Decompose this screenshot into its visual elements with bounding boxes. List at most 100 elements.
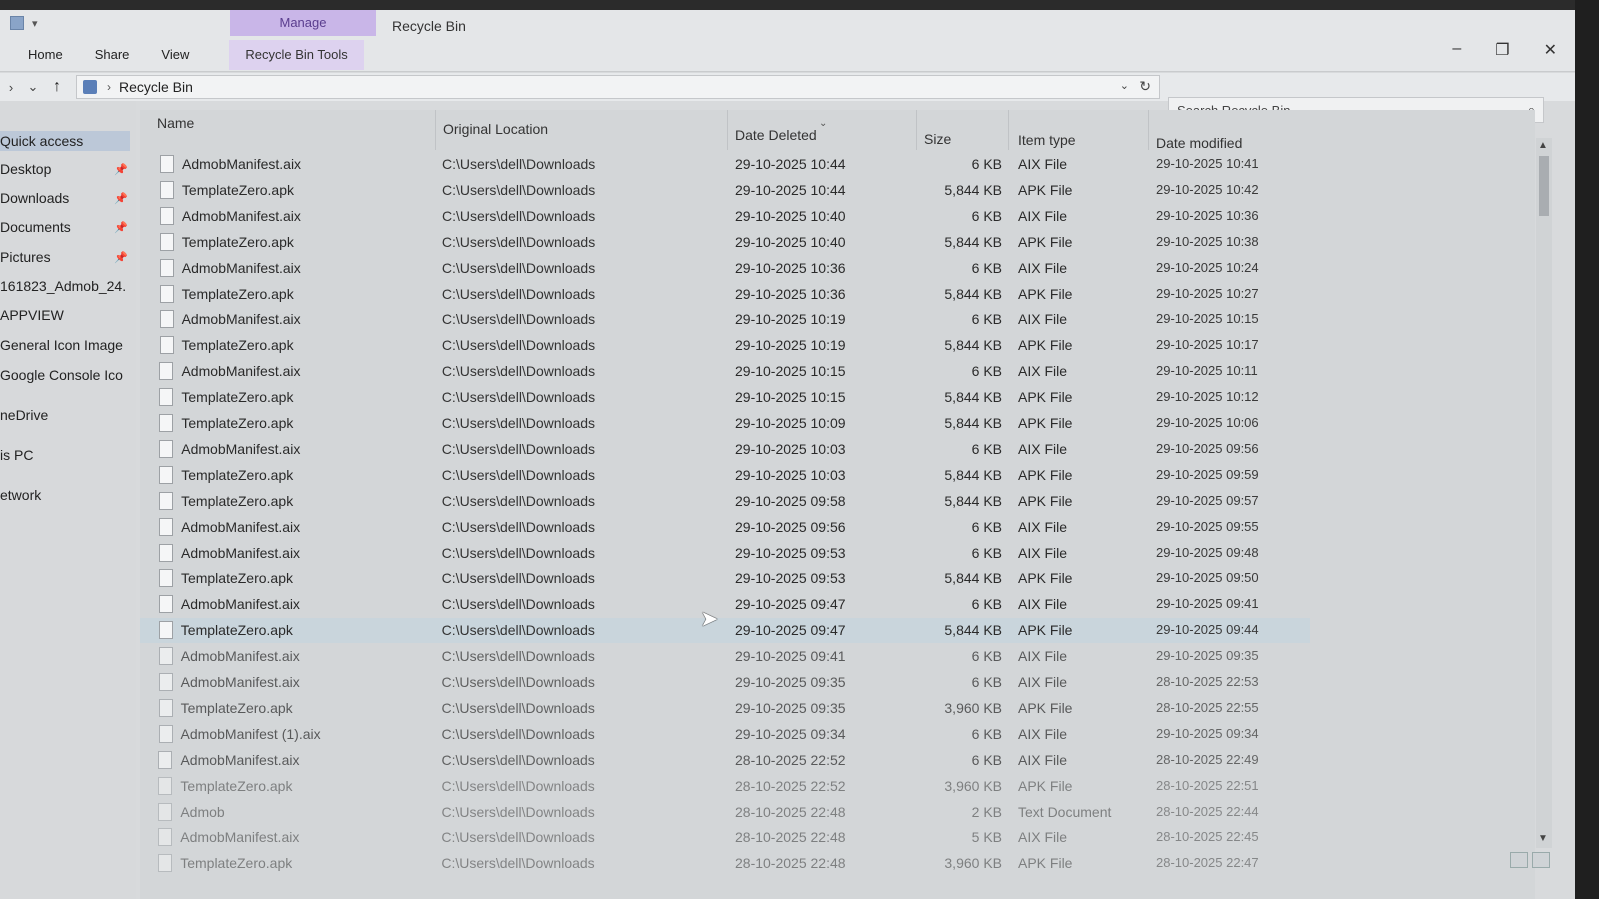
date-deleted: 29-10-2025 09:41 bbox=[735, 648, 846, 665]
address-box[interactable]: › Recycle Bin ⌄ ↻ bbox=[76, 75, 1160, 99]
table-row[interactable]: Admob C:\Users\dell\Downloads 28-10-2025 2… bbox=[140, 800, 1310, 825]
table-row[interactable]: TemplateZero.apk C:\Users\dell\Downloads 2… bbox=[140, 411, 1310, 436]
address-dropdown-icon[interactable]: ⌄ bbox=[1120, 79, 1129, 92]
file-name: TemplateZero.apk bbox=[181, 415, 294, 431]
table-row[interactable]: TemplateZero.apk C:\Users\dell\Downloads 2… bbox=[140, 333, 1310, 358]
details-view-icon[interactable] bbox=[1510, 852, 1528, 868]
table-row[interactable]: TemplateZero.apk C:\Users\dell\Downloads 2… bbox=[140, 566, 1310, 591]
date-deleted: 29-10-2025 10:15 bbox=[735, 389, 846, 406]
file-size: 6 KB bbox=[971, 544, 1002, 561]
table-row[interactable]: AdmobManifest.aix C:\Users\dell\Downloads… bbox=[140, 644, 1310, 669]
file-icon bbox=[158, 698, 173, 717]
file-name: AdmobManifest.aix bbox=[181, 518, 301, 535]
sidebar-item[interactable]: is PC bbox=[0, 447, 130, 463]
date-deleted: 29-10-2025 10:40 bbox=[735, 207, 846, 224]
column-divider[interactable] bbox=[916, 110, 917, 150]
sidebar-item[interactable]: Downloads bbox=[0, 190, 130, 206]
column-divider[interactable] bbox=[727, 110, 728, 150]
properties-icon[interactable] bbox=[10, 16, 24, 30]
table-row[interactable]: TemplateZero.apk C:\Users\dell\Downloads 2… bbox=[140, 282, 1310, 307]
table-row[interactable]: AdmobManifest.aix C:\Users\dell\Downloads… bbox=[140, 307, 1310, 332]
date-modified: 29-10-2025 10:11 bbox=[1156, 363, 1258, 379]
table-row[interactable]: AdmobManifest.aix C:\Users\dell\Downloads… bbox=[140, 670, 1310, 695]
table-row[interactable]: AdmobManifest.aix C:\Users\dell\Downloads… bbox=[140, 256, 1310, 281]
sidebar-item[interactable]: Google Console Ico bbox=[0, 367, 130, 383]
table-row[interactable]: TemplateZero.apk C:\Users\dell\Downloads 2… bbox=[140, 774, 1310, 799]
up-icon[interactable]: ↑ bbox=[44, 78, 70, 96]
column-header-original-location[interactable]: Original Location bbox=[443, 121, 548, 137]
tab-share[interactable]: Share bbox=[79, 40, 146, 70]
table-row[interactable]: AdmobManifest.aix C:\Users\dell\Downloads… bbox=[140, 515, 1310, 540]
column-header-name[interactable]: Name bbox=[157, 115, 194, 131]
pin-icon[interactable]: 📌 bbox=[114, 221, 128, 234]
file-name: AdmobManifest.aix bbox=[181, 544, 301, 561]
file-size: 5,844 KB bbox=[944, 415, 1002, 431]
file-name: AdmobManifest.aix bbox=[181, 207, 301, 224]
column-header-date-modified[interactable]: Date modified bbox=[1156, 135, 1242, 151]
sidebar-item[interactable]: Pictures bbox=[0, 249, 130, 265]
column-header-item-type[interactable]: Item type bbox=[1018, 132, 1076, 148]
tab-home[interactable]: Home bbox=[12, 40, 79, 70]
manage-context-group[interactable]: Manage bbox=[230, 10, 376, 36]
column-header-size[interactable]: Size bbox=[924, 131, 951, 147]
table-row[interactable]: TemplateZero.apk C:\Users\dell\Downloads 2… bbox=[140, 463, 1310, 488]
date-deleted: 28-10-2025 22:52 bbox=[735, 777, 846, 794]
table-row[interactable]: AdmobManifest.aix C:\Users\dell\Downloads… bbox=[140, 592, 1310, 617]
table-row[interactable]: TemplateZero.apk C:\Users\dell\Downloads 2… bbox=[140, 178, 1310, 203]
file-icon bbox=[159, 258, 174, 277]
table-row[interactable]: AdmobManifest.aix C:\Users\dell\Downloads… bbox=[140, 152, 1310, 177]
sidebar-item[interactable]: General Icon Image bbox=[0, 337, 130, 353]
column-divider[interactable] bbox=[435, 110, 436, 150]
file-icon bbox=[158, 621, 173, 640]
file-size: 2 KB bbox=[971, 803, 1002, 820]
table-row[interactable]: AdmobManifest.aix C:\Users\dell\Downloads… bbox=[140, 359, 1310, 384]
column-divider[interactable] bbox=[1148, 110, 1149, 150]
pin-icon[interactable]: 📌 bbox=[114, 251, 128, 264]
table-row[interactable]: TemplateZero.apk C:\Users\dell\Downloads 2… bbox=[140, 489, 1310, 514]
tab-recycle-bin-tools[interactable]: Recycle Bin Tools bbox=[229, 40, 364, 70]
pin-icon[interactable]: 📌 bbox=[114, 163, 128, 176]
sidebar-item[interactable]: Documents bbox=[0, 219, 130, 235]
sidebar-item[interactable]: 161823_Admob_24. bbox=[0, 278, 130, 294]
table-row[interactable]: AdmobManifest.aix C:\Users\dell\Downloads… bbox=[140, 825, 1310, 850]
restore-icon[interactable]: ❐ bbox=[1495, 40, 1509, 60]
breadcrumb[interactable]: Recycle Bin bbox=[119, 79, 193, 95]
refresh-icon[interactable]: ↻ bbox=[1139, 78, 1151, 95]
table-row[interactable]: TemplateZero.apk C:\Users\dell\Downloads 2… bbox=[140, 851, 1310, 876]
table-row[interactable]: AdmobManifest.aix C:\Users\dell\Downloads… bbox=[140, 748, 1310, 773]
table-row[interactable]: TemplateZero.apk C:\Users\dell\Downloads 2… bbox=[140, 618, 1310, 644]
sidebar-item[interactable]: APPVIEW bbox=[0, 307, 130, 323]
sidebar-item[interactable]: neDrive bbox=[0, 407, 130, 423]
table-row[interactable]: AdmobManifest.aix C:\Users\dell\Downloads… bbox=[140, 437, 1310, 462]
window-title: Recycle Bin bbox=[392, 18, 466, 34]
table-row[interactable]: AdmobManifest.aix C:\Users\dell\Downloads… bbox=[140, 541, 1310, 566]
column-divider[interactable] bbox=[1008, 110, 1009, 150]
minimize-icon[interactable]: – bbox=[1452, 40, 1461, 60]
item-type: AIX File bbox=[1018, 544, 1068, 561]
pin-icon[interactable]: 📌 bbox=[114, 192, 128, 205]
date-modified: 28-10-2025 22:44 bbox=[1156, 803, 1259, 819]
scroll-up-icon[interactable]: ▲ bbox=[1538, 140, 1548, 151]
customize-qat-icon[interactable]: ▾ bbox=[32, 17, 38, 30]
column-header-date-deleted[interactable]: Date Deleted bbox=[735, 127, 817, 143]
table-row[interactable]: TemplateZero.apk C:\Users\dell\Downloads 2… bbox=[140, 230, 1310, 255]
breadcrumb-separator-icon[interactable]: › bbox=[107, 80, 111, 94]
tab-view[interactable]: View bbox=[145, 40, 205, 70]
table-row[interactable]: AdmobManifest (1).aix C:\Users\dell\Downl… bbox=[140, 722, 1310, 747]
sidebar-item[interactable]: Desktop bbox=[0, 161, 130, 177]
vertical-scrollbar[interactable]: ▲ ▼ bbox=[1536, 138, 1552, 848]
table-row[interactable]: TemplateZero.apk C:\Users\dell\Downloads 2… bbox=[140, 696, 1310, 721]
file-name: TemplateZero.apk bbox=[181, 181, 294, 198]
table-row[interactable]: TemplateZero.apk C:\Users\dell\Downloads 2… bbox=[140, 385, 1310, 410]
scrollbar-thumb[interactable] bbox=[1539, 156, 1549, 216]
sidebar-item[interactable]: etwork bbox=[0, 487, 130, 503]
file-name: TemplateZero.apk bbox=[180, 855, 293, 872]
scroll-down-icon[interactable]: ▼ bbox=[1538, 833, 1548, 844]
item-type: AIX File bbox=[1018, 518, 1068, 535]
forward-icon[interactable]: › bbox=[0, 80, 22, 95]
table-row[interactable]: AdmobManifest.aix C:\Users\dell\Downloads… bbox=[140, 204, 1310, 229]
recent-locations-icon[interactable]: ⌄ bbox=[22, 79, 44, 95]
sidebar-item[interactable]: Quick access bbox=[0, 131, 130, 151]
close-icon[interactable]: ✕ bbox=[1544, 40, 1557, 60]
large-icons-view-icon[interactable] bbox=[1532, 852, 1550, 868]
